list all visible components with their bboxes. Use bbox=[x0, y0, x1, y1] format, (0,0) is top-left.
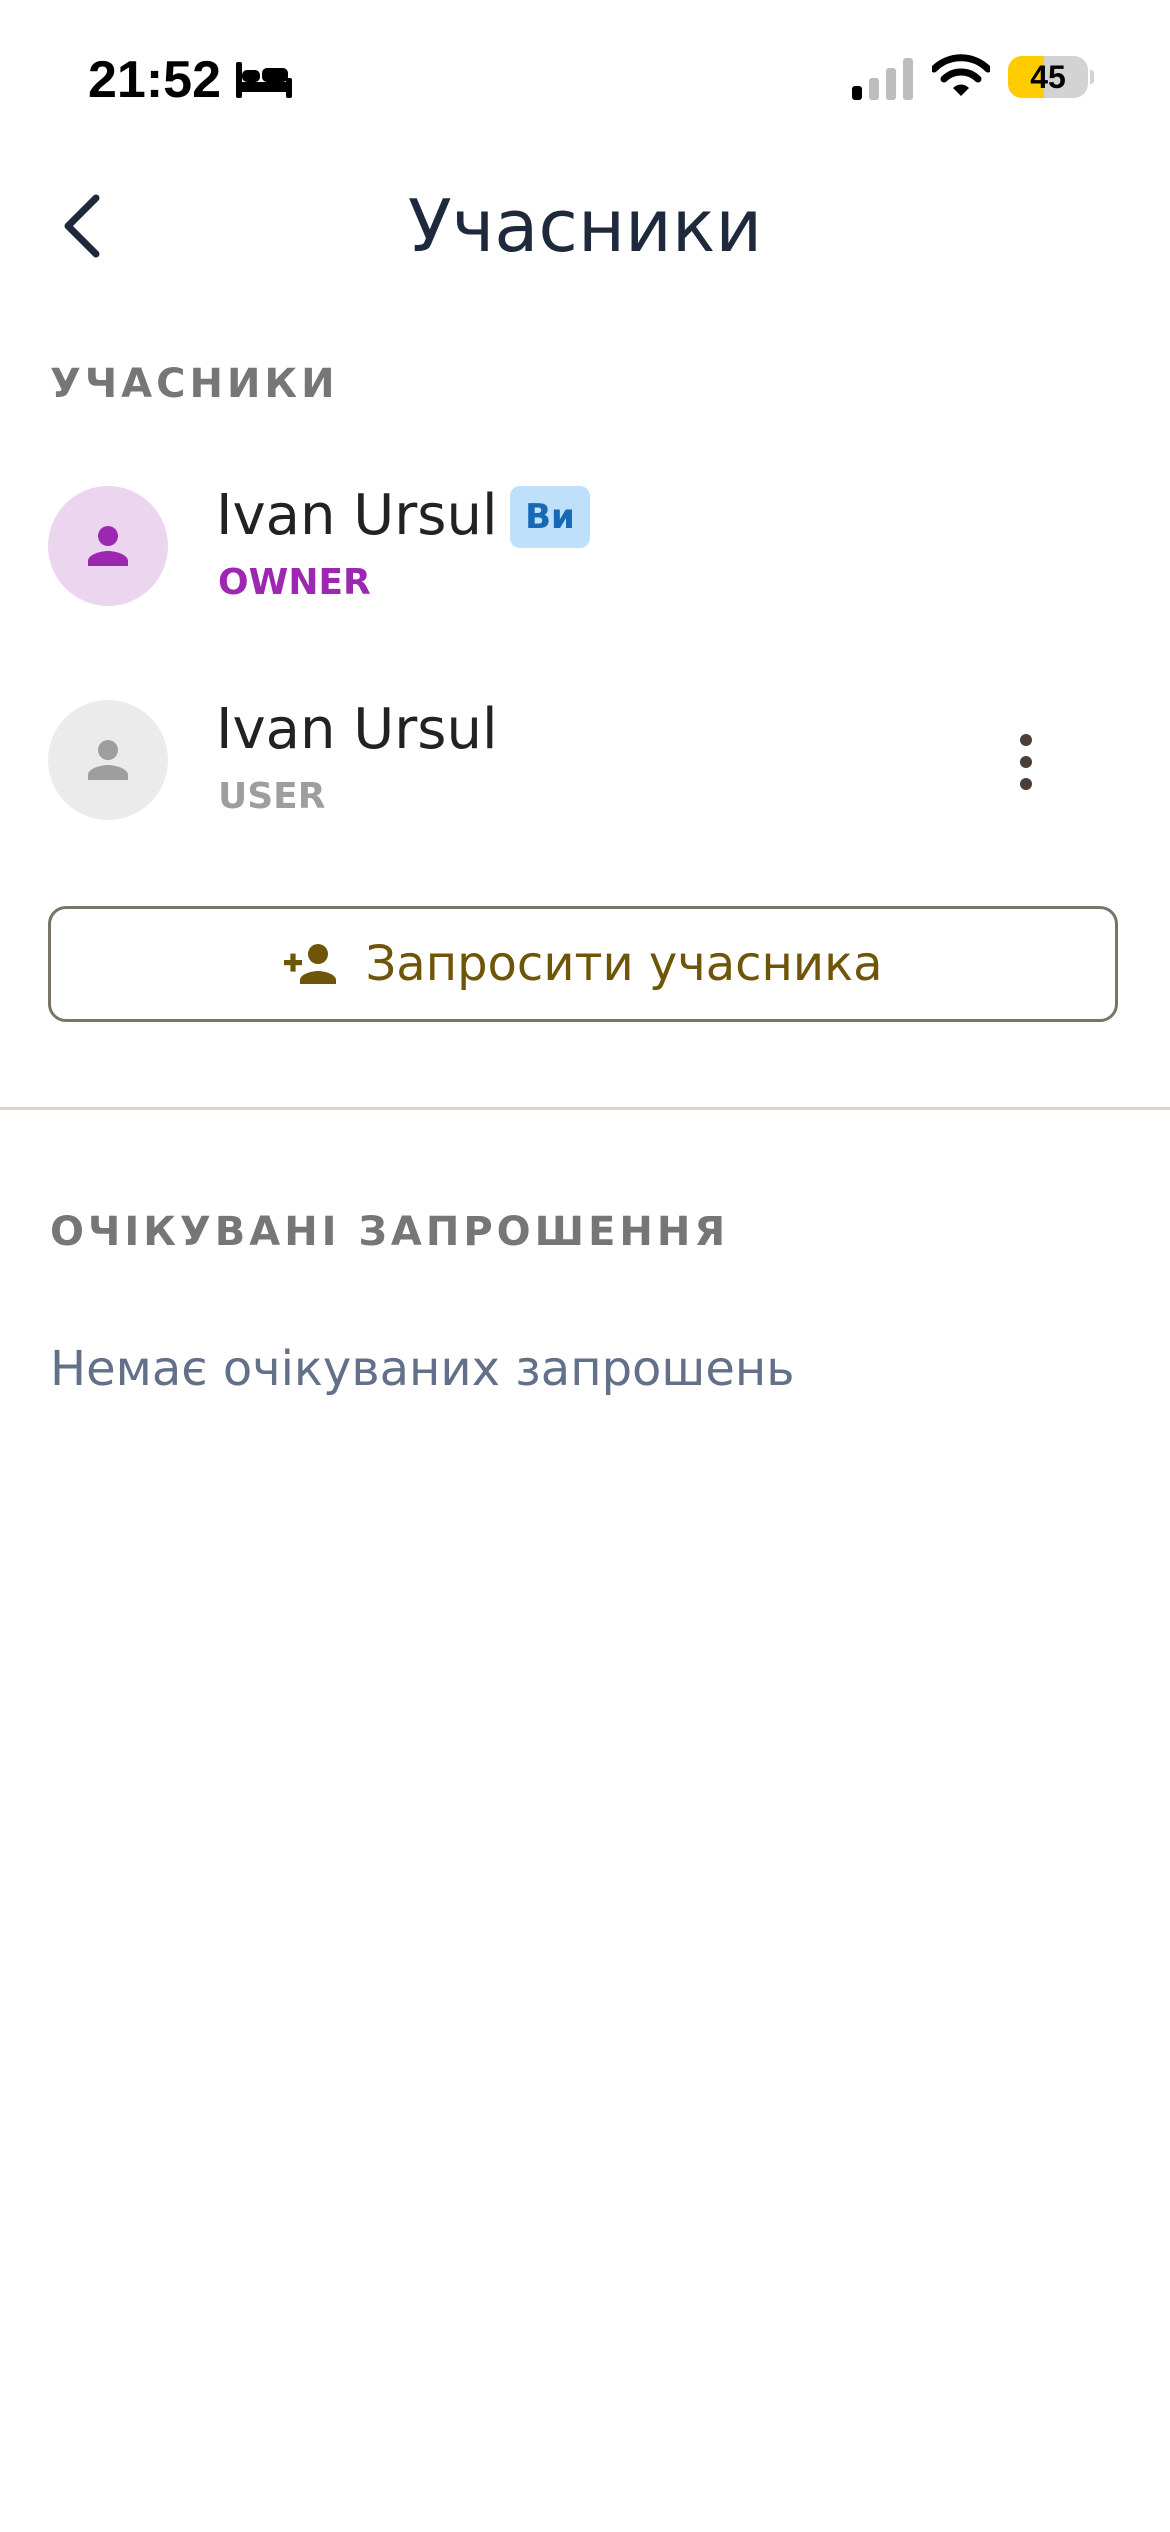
person-icon bbox=[88, 526, 128, 566]
bed-icon bbox=[236, 62, 292, 98]
member-role: USER bbox=[218, 776, 326, 817]
divider bbox=[0, 1107, 1170, 1110]
you-badge: Ви bbox=[510, 486, 590, 548]
battery-level: 45 bbox=[1030, 59, 1066, 95]
avatar bbox=[48, 486, 168, 606]
person-icon bbox=[88, 740, 128, 780]
invite-member-button[interactable]: Запросити учасника bbox=[48, 906, 1118, 1022]
invite-member-label: Запросити учасника bbox=[365, 936, 883, 992]
battery-icon: 45 bbox=[1008, 56, 1094, 98]
members-section-header: УЧАСНИКИ bbox=[50, 361, 339, 407]
member-name: Ivan Ursul bbox=[216, 483, 498, 548]
wifi-icon bbox=[932, 54, 990, 96]
status-time: 21:52 bbox=[88, 51, 221, 109]
page-title: Учасники bbox=[407, 184, 763, 268]
no-pending-invitations-text: Немає очікуваних запрошень bbox=[50, 1341, 795, 1397]
avatar bbox=[48, 700, 168, 820]
more-vertical-icon bbox=[1020, 734, 1032, 790]
pending-section-header: ОЧІКУВАНІ ЗАПРОШЕННЯ bbox=[50, 1209, 730, 1255]
member-name: Ivan Ursul bbox=[216, 697, 498, 762]
member-role: OWNER bbox=[218, 562, 371, 603]
person-add-icon bbox=[283, 944, 336, 984]
member-more-button[interactable] bbox=[996, 722, 1056, 802]
cellular-signal-icon bbox=[852, 58, 913, 100]
